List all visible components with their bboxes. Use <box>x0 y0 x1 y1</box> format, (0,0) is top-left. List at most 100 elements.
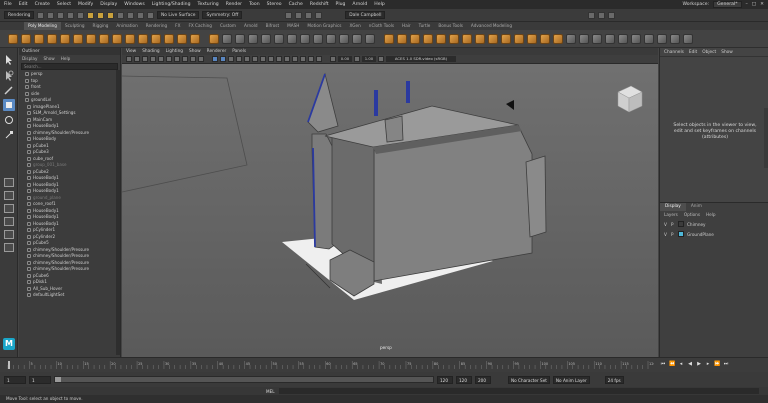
save-scene-icon[interactable] <box>57 11 64 19</box>
shelf-tab-animation[interactable]: Animation <box>112 22 141 30</box>
anim-layer-dropdown[interactable]: No Anim Layer <box>552 375 590 384</box>
layer-playback-toggle[interactable]: P <box>671 232 675 237</box>
shelf-tab-arnold[interactable]: Arnold <box>240 22 262 30</box>
select-tool-icon[interactable] <box>3 54 15 66</box>
layout-icon[interactable] <box>631 33 641 44</box>
layer-row[interactable]: V P Chimney <box>660 220 768 228</box>
color-management-icon[interactable] <box>378 56 384 62</box>
current-time-marker[interactable] <box>8 361 10 369</box>
outliner-menu-help[interactable]: Help <box>61 55 71 62</box>
sew-uv-icon[interactable] <box>670 33 680 44</box>
toggle-attribute-editor-icon[interactable] <box>598 11 606 19</box>
cone-icon[interactable] <box>47 33 57 44</box>
layer-menu-help[interactable]: Help <box>706 211 716 218</box>
ipr-render-icon[interactable] <box>295 11 303 19</box>
wireframe-icon[interactable] <box>212 56 218 62</box>
layer-name[interactable]: Chimney <box>687 222 706 227</box>
cube-icon[interactable] <box>21 33 31 44</box>
gear-icon[interactable] <box>164 33 174 44</box>
image-plane-icon[interactable] <box>142 56 148 62</box>
helix-icon[interactable] <box>151 33 161 44</box>
svg-type-icon[interactable] <box>190 33 200 44</box>
playback-start-field[interactable]: 1 <box>29 375 51 384</box>
workspace-dropdown[interactable]: General* <box>713 1 742 8</box>
menu-render[interactable]: Render <box>226 2 242 7</box>
pyramid-icon[interactable] <box>112 33 122 44</box>
cylindrical-map-icon[interactable] <box>605 33 615 44</box>
plane-icon[interactable] <box>73 33 83 44</box>
torus-icon[interactable] <box>60 33 70 44</box>
snap-point-icon[interactable] <box>137 11 144 19</box>
channel-box-menu-show[interactable]: Show <box>721 48 733 56</box>
animation-end-field[interactable]: 200 <box>475 375 491 384</box>
menu-lighting-shading[interactable]: Lighting/Shading <box>152 2 191 7</box>
append-icon[interactable] <box>326 33 336 44</box>
pipe-icon[interactable] <box>138 33 148 44</box>
wireframe-on-shaded-icon[interactable] <box>228 56 234 62</box>
menu-display[interactable]: Display <box>100 2 117 7</box>
target-weld-icon[interactable] <box>365 33 375 44</box>
side-tab-strip[interactable] <box>764 108 768 168</box>
persp-outliner-layout-icon[interactable] <box>4 204 14 213</box>
resolution-gate-icon[interactable] <box>166 56 172 62</box>
select-object-icon[interactable] <box>97 11 104 19</box>
mirror-icon[interactable] <box>287 33 297 44</box>
soccer-ball-icon[interactable] <box>177 33 187 44</box>
persp-hypershade-layout-icon[interactable] <box>4 230 14 239</box>
shelf-tab-custom[interactable]: Custom <box>216 22 240 30</box>
play-backward-icon[interactable]: ◀ <box>687 361 693 367</box>
layer-visibility-toggle[interactable]: V <box>664 222 668 227</box>
minimize-icon[interactable]: – <box>746 2 748 7</box>
menu-windows[interactable]: Windows <box>124 2 145 7</box>
grid-icon[interactable] <box>683 33 693 44</box>
time-slider[interactable]: 5 10 15 20 25 30 35 40 45 50 55 60 65 70 75 80 85 90 95 100… <box>0 357 768 372</box>
depth-of-field-icon[interactable] <box>284 56 290 62</box>
layer-visibility-toggle[interactable]: V <box>664 232 668 237</box>
field-chart-icon[interactable] <box>182 56 188 62</box>
film-gate-icon[interactable] <box>158 56 164 62</box>
chimney-pipe-right[interactable] <box>406 81 410 103</box>
menu-modify[interactable]: Modify <box>78 2 93 7</box>
live-surface-field[interactable]: No Live Surface <box>157 11 200 19</box>
anti-aliasing-icon[interactable] <box>276 56 282 62</box>
shelf-tab-motion-graphics[interactable]: Motion Graphics <box>303 22 345 30</box>
menu-redshift[interactable]: Redshift <box>310 2 329 7</box>
sphere-icon[interactable] <box>8 33 18 44</box>
layer-tab-anim[interactable]: Anim <box>686 203 707 211</box>
shelf-tab-fx[interactable]: FX <box>171 22 184 30</box>
xray-joints-icon[interactable] <box>308 56 314 62</box>
step-back-frame-icon[interactable]: ◂ <box>678 361 684 367</box>
xray-icon[interactable] <box>300 56 306 62</box>
smooth-shade-icon[interactable] <box>220 56 226 62</box>
shelf-tab-rendering[interactable]: Rendering <box>142 22 171 30</box>
connect-icon[interactable] <box>449 33 459 44</box>
bridge-icon[interactable] <box>313 33 323 44</box>
disc-icon[interactable] <box>86 33 96 44</box>
insert-edge-loop-icon[interactable] <box>488 33 498 44</box>
gamma-icon[interactable] <box>354 56 360 62</box>
uv-editor-icon[interactable] <box>566 33 576 44</box>
rotate-tool-icon[interactable] <box>3 114 15 126</box>
shelf-tab-rigging[interactable]: Rigging <box>89 22 113 30</box>
side-annex[interactable] <box>525 155 547 238</box>
textured-icon[interactable] <box>236 56 242 62</box>
shelf-tab-advanced-modeling[interactable]: Advanced Modeling <box>467 22 516 30</box>
close-icon[interactable]: ✕ <box>760 2 764 7</box>
lasso-tool-icon[interactable] <box>3 70 15 82</box>
boolean-intersection-icon[interactable] <box>274 33 284 44</box>
menu-set-dropdown[interactable]: Rendering <box>4 11 34 19</box>
chimney-pipe-left[interactable] <box>374 90 378 116</box>
offset-loop-icon[interactable] <box>475 33 485 44</box>
scale-tool-icon[interactable] <box>3 129 15 141</box>
boolean-union-icon[interactable] <box>248 33 258 44</box>
hypershade-icon[interactable] <box>315 11 323 19</box>
shelf-tab-sculpting[interactable]: Sculpting <box>61 22 89 30</box>
range-bar[interactable] <box>54 376 434 383</box>
character-set-dropdown[interactable]: No Character Set <box>508 375 550 384</box>
detach-icon[interactable] <box>462 33 472 44</box>
shelf-tab-mash[interactable]: MASH <box>283 22 303 30</box>
shelf-tab-xgen[interactable]: XGen <box>345 22 364 30</box>
menu-create[interactable]: Create <box>35 2 50 7</box>
layer-color-swatch[interactable] <box>678 221 684 227</box>
menu-edit[interactable]: Edit <box>19 2 28 7</box>
